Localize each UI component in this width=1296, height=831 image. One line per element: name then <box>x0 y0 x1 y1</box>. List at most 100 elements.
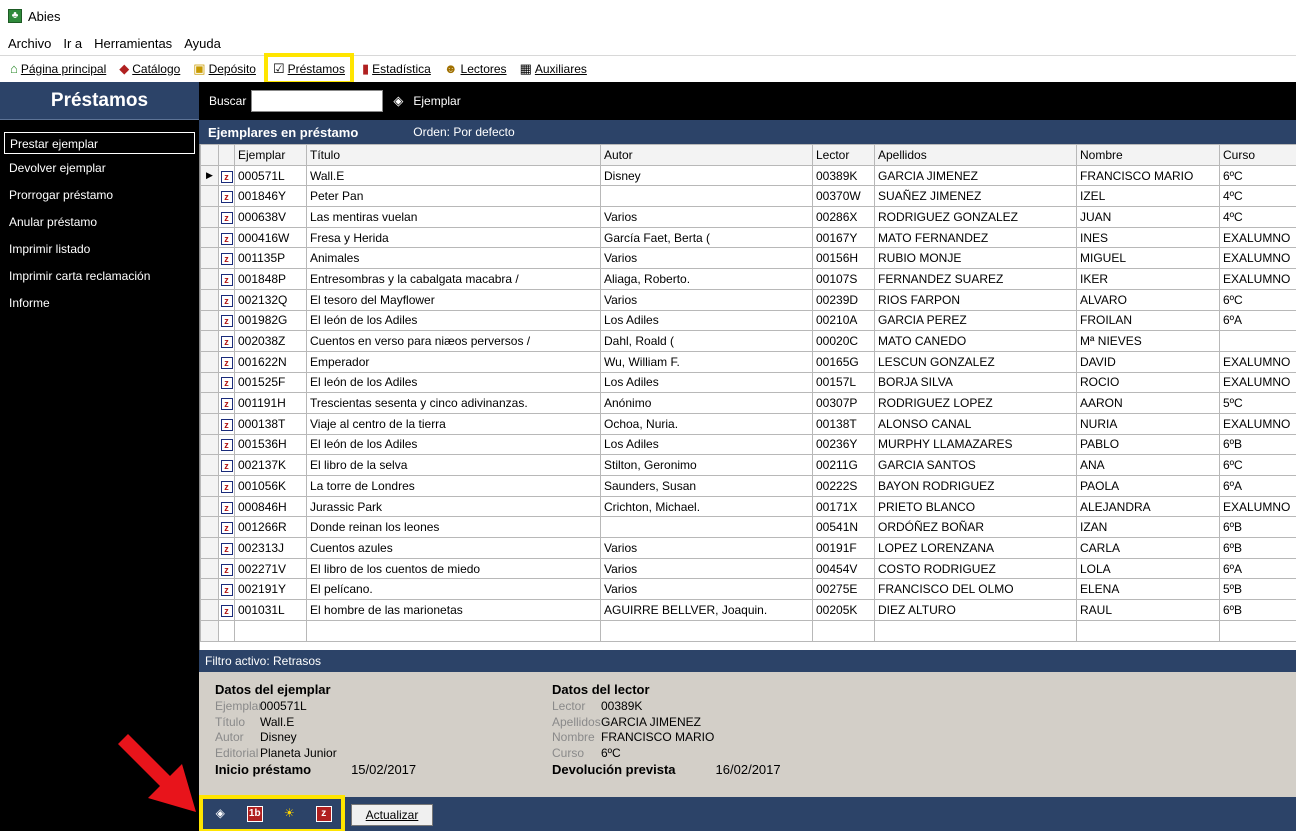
row-type-icon: z <box>218 495 235 518</box>
table-row[interactable]: ▶ z 000571L Wall.E Disney 00389K GARCIA JIMENE… <box>200 164 1296 187</box>
toolbar-home-button[interactable]: ⌂ Página principal <box>10 58 106 80</box>
table-row[interactable]: z 002191Y El pelícano. Varios 00275E FRANCISC… <box>200 578 1296 601</box>
col-header-titulo[interactable]: Título <box>306 144 601 166</box>
reader-name-value: FRANCISCO MARIO <box>601 730 715 744</box>
book-1b-icon[interactable]: 1b <box>246 806 263 822</box>
search-input[interactable] <box>251 90 384 112</box>
cell-ejemplar: 002271V <box>234 557 307 580</box>
sidebar-item-devolver[interactable]: Devolver ejemplar <box>4 155 195 181</box>
sidebar-item-informe[interactable]: Informe <box>4 290 195 316</box>
sidebar: Préstamos Prestar ejemplar Devolver ejem… <box>0 82 199 831</box>
cell-titulo: El pelícano. <box>306 578 601 601</box>
row-type-icon: z <box>218 247 235 270</box>
col-header-autor[interactable]: Autor <box>600 144 813 166</box>
row-type-icon: z <box>218 371 235 394</box>
table-row[interactable]: z 001848P Entresombras y la cabalgata maca… <box>200 268 1296 290</box>
row-indicator <box>200 350 219 373</box>
table-row[interactable]: z 002271V El libro de los cuentos de miedo… <box>200 557 1296 580</box>
eraser-icon[interactable]: ◈ <box>212 806 228 822</box>
toolbar-aux-button[interactable]: ▦ Auxiliares <box>520 58 587 80</box>
table-row[interactable]: z 001536H El león de los Adiles Los Adiles 0… <box>200 433 1296 456</box>
toolbar-deposit-button[interactable]: ▣ Depósito <box>193 58 256 80</box>
refresh-button[interactable]: Actualizar <box>351 804 433 826</box>
toolbar-catalog-button[interactable]: ◆ Catálogo <box>119 58 180 80</box>
sidebar-item-prestar[interactable]: Prestar ejemplar <box>4 132 195 154</box>
details-panel: Datos del ejemplar Ejemplar 000571L Títul… <box>199 672 1296 797</box>
sidebar-item-prorrogar[interactable]: Prorrogar préstamo <box>4 182 195 208</box>
sidebar-item-anular[interactable]: Anular préstamo <box>4 209 195 235</box>
table-row[interactable]: z 002313J Cuentos azules Varios 00191F LOPEZ … <box>200 537 1296 559</box>
copy-id-label: Ejemplar <box>215 699 263 713</box>
cell-titulo: Cuentos azules <box>306 537 601 559</box>
cell-apellidos: BORJA SILVA <box>874 371 1077 394</box>
cell-nombre: LOLA <box>1076 557 1220 580</box>
table-row[interactable]: z 001525F El león de los Adiles Los Adiles 0… <box>200 371 1296 394</box>
copy-publisher-label: Editorial <box>215 745 259 760</box>
cell-lector: 00454V <box>812 557 875 580</box>
cell-titulo: El libro de la selva <box>306 454 601 476</box>
menu-herramientas[interactable]: Herramientas <box>94 36 172 51</box>
toolbar-loans-button[interactable]: ☑ Préstamos <box>263 52 354 85</box>
menu-ayuda[interactable]: Ayuda <box>184 36 221 51</box>
table-row[interactable]: z 001622N Emperador Wu, William F. 00165G LES… <box>200 350 1296 373</box>
col-header-lector[interactable]: Lector <box>812 144 875 166</box>
cell-nombre: RAUL <box>1076 599 1220 621</box>
cell-curso: EXALUMNO <box>1219 226 1296 249</box>
table-row[interactable]: z 001031L El hombre de las marionetas AGUIR… <box>200 599 1296 621</box>
row-type-icon: z <box>218 268 235 290</box>
table-row[interactable]: z 001191H Trescientas sesenta y cinco adiv… <box>200 392 1296 414</box>
eraser-icon[interactable]: ◈ <box>393 93 403 109</box>
cell-titulo: Animales <box>306 247 601 270</box>
cell-curso: 6ºA <box>1219 475 1296 497</box>
z-book-icon: z <box>220 418 233 431</box>
row-indicator <box>200 475 219 497</box>
bulb-icon[interactable]: ☀ <box>281 806 297 822</box>
table-row[interactable]: z 002137K El libro de la selva Stilton, Ger… <box>200 454 1296 476</box>
cell-titulo: Peter Pan <box>306 185 601 208</box>
toolbar-readers-button[interactable]: ☻ Lectores <box>444 58 507 80</box>
table-row[interactable]: z 000638V Las mentiras vuelan Varios 00286X R… <box>200 206 1296 228</box>
toolbar-stats-button[interactable]: ▮ Estadística <box>362 58 431 80</box>
cell-apellidos: ORDÓÑEZ BOÑAR <box>874 516 1077 539</box>
cell-autor: Wu, William F. <box>600 350 813 373</box>
cell-apellidos: GARCIA SANTOS <box>874 454 1077 476</box>
table-row[interactable]: z 000138T Viaje al centro de la tierra Ocho… <box>200 412 1296 435</box>
col-header-ejemplar[interactable]: Ejemplar <box>234 144 307 166</box>
table-row[interactable]: z 002038Z Cuentos en verso para niæos perv… <box>200 330 1296 352</box>
table-row[interactable]: z 001266R Donde reinan los leones 00541N ORD… <box>200 516 1296 539</box>
search-mode[interactable]: Ejemplar <box>413 94 460 108</box>
loans-table: Ejemplar Título Autor Lector Apellidos N… <box>200 144 1296 642</box>
table-row[interactable]: z 001846Y Peter Pan 00370W SUAÑEZ JIMENEZ IZE… <box>200 185 1296 208</box>
cell-nombre: ANA <box>1076 454 1220 476</box>
grid-order[interactable]: Orden: Por defecto <box>413 125 514 139</box>
menu-archivo[interactable]: Archivo <box>8 36 51 51</box>
col-header-nombre[interactable]: Nombre <box>1076 144 1220 166</box>
table-row[interactable]: z 000416W Fresa y Herida García Faet, Berta… <box>200 226 1296 249</box>
z-book-icon[interactable]: z <box>315 806 332 822</box>
sidebar-item-imprimir-listado[interactable]: Imprimir listado <box>4 236 195 262</box>
cell-curso: 6ºC <box>1219 164 1296 187</box>
cell-nombre: CARLA <box>1076 537 1220 559</box>
cell-lector: 00307P <box>812 392 875 414</box>
cell-nombre: FRANCISCO MARIO <box>1076 164 1220 187</box>
col-header-apellidos[interactable]: Apellidos <box>874 144 1077 166</box>
cell-curso: 4ºC <box>1219 206 1296 228</box>
menu-ir-a[interactable]: Ir a <box>63 36 82 51</box>
table-row[interactable]: z 000846H Jurassic Park Crichton, Michael. 0… <box>200 495 1296 518</box>
table-row[interactable]: z 001135P Animales Varios 00156H RUBIO MONJE M… <box>200 247 1296 270</box>
cell-lector: 00165G <box>812 350 875 373</box>
cell-apellidos: MURPHY LLAMAZARES <box>874 433 1077 456</box>
reader-details-heading: Datos del lector <box>552 682 650 697</box>
cell-titulo: La torre de Londres <box>306 475 601 497</box>
table-row[interactable]: z 001982G El león de los Adiles Los Adiles 0… <box>200 309 1296 332</box>
z-book-icon: z <box>220 273 233 286</box>
sidebar-item-carta-reclamacion[interactable]: Imprimir carta reclamación <box>4 263 195 289</box>
table-row[interactable]: z 002132Q El tesoro del Mayflower Varios 002… <box>200 288 1296 311</box>
table-row[interactable]: z 001056K La torre de Londres Saunders, Sus… <box>200 475 1296 497</box>
cell-curso: 6ºC <box>1219 454 1296 476</box>
z-book-icon: z <box>220 211 233 224</box>
loans-grid[interactable]: Ejemplar Título Autor Lector Apellidos N… <box>199 144 1296 650</box>
col-header-curso[interactable]: Curso <box>1219 144 1296 166</box>
cell-ejemplar: 000846H <box>234 495 307 518</box>
reader-details: Datos del lector Lector 00389K Apellidos G… <box>552 682 781 777</box>
